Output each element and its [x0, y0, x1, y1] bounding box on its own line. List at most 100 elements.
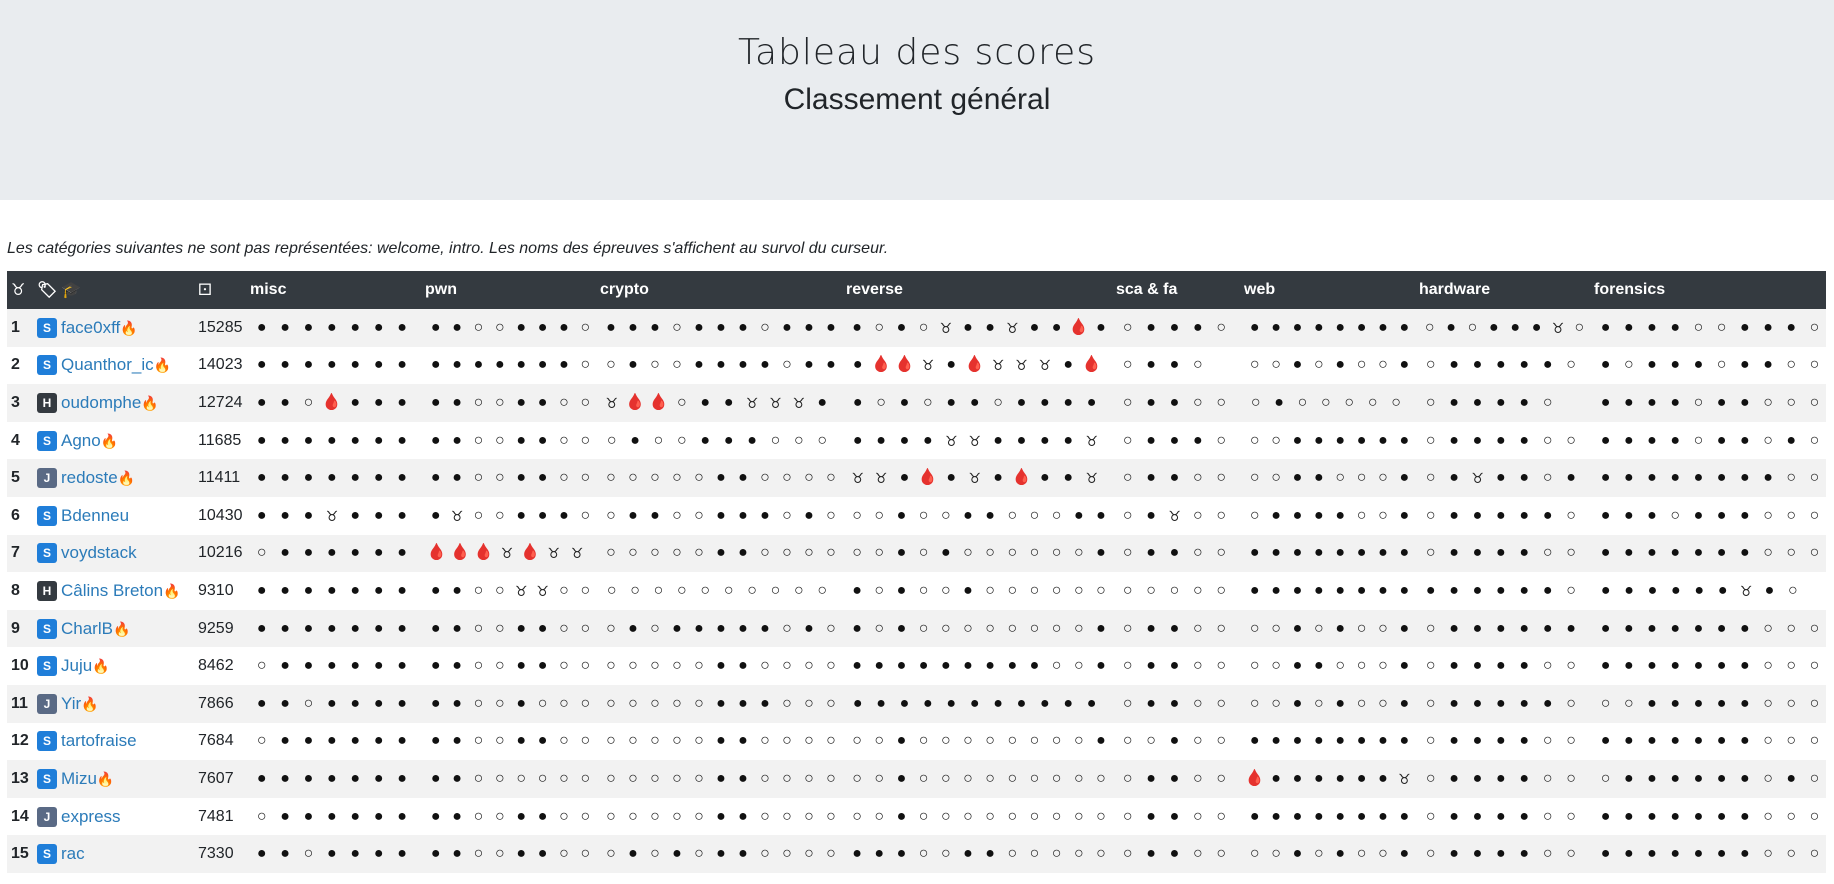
- unsolved-dot[interactable]: ○: [1419, 432, 1442, 449]
- unsolved-dot[interactable]: ○: [1756, 846, 1779, 862]
- solved-dot[interactable]: ●: [511, 470, 532, 486]
- solved-dot[interactable]: ●: [1139, 470, 1162, 486]
- solved-dot[interactable]: ●: [1489, 432, 1512, 449]
- solved-dot[interactable]: ●: [1186, 432, 1209, 449]
- unsolved-dot[interactable]: ○: [1803, 545, 1826, 561]
- unsolved-dot[interactable]: ○: [846, 808, 868, 825]
- solved-dot[interactable]: ●: [732, 733, 754, 749]
- unsolved-dot[interactable]: ○: [1265, 846, 1286, 862]
- unsolved-dot[interactable]: ○: [1756, 733, 1779, 749]
- unsolved-dot[interactable]: ○: [1265, 620, 1286, 637]
- solved-dot[interactable]: ●: [710, 695, 732, 712]
- solved-dot[interactable]: ●: [1163, 695, 1186, 712]
- solved-dot[interactable]: ●: [1394, 470, 1415, 486]
- unsolved-dot[interactable]: ○: [489, 658, 510, 674]
- solved-dot[interactable]: ●: [273, 432, 296, 449]
- solved-dot[interactable]: ●: [1287, 770, 1308, 787]
- solved-dot[interactable]: ●: [1733, 507, 1756, 524]
- solved-dot[interactable]: ●: [1090, 658, 1112, 674]
- unsolved-dot[interactable]: ○: [1090, 582, 1112, 599]
- unsolved-dot[interactable]: ○: [1351, 695, 1372, 712]
- unsolved-dot[interactable]: ○: [846, 770, 868, 787]
- solved-dot[interactable]: ●: [1244, 582, 1265, 599]
- solved-dot[interactable]: ●: [1687, 733, 1710, 749]
- solved-dot[interactable]: ●: [1559, 470, 1582, 486]
- solved-dot[interactable]: ●: [1090, 733, 1112, 749]
- solved-dot[interactable]: ●: [1442, 582, 1465, 599]
- solved-dot[interactable]: ●: [1351, 432, 1372, 449]
- unsolved-dot[interactable]: ○: [1780, 470, 1803, 486]
- team-link[interactable]: Bdenneu: [61, 506, 129, 525]
- solved-dot[interactable]: ●: [446, 770, 467, 787]
- medal-icon[interactable]: ♉: [1033, 357, 1056, 373]
- solved-dot[interactable]: ●: [1163, 770, 1186, 787]
- solved-dot[interactable]: ●: [1733, 808, 1756, 825]
- team-link[interactable]: CharlB: [61, 619, 113, 638]
- solved-dot[interactable]: ●: [446, 394, 467, 411]
- unsolved-dot[interactable]: ○: [935, 770, 957, 787]
- unsolved-dot[interactable]: ○: [1046, 808, 1068, 825]
- solved-dot[interactable]: ●: [868, 658, 890, 674]
- solved-dot[interactable]: ●: [1394, 846, 1415, 862]
- solved-dot[interactable]: ●: [511, 658, 532, 674]
- solved-dot[interactable]: ●: [553, 507, 574, 524]
- solved-dot[interactable]: ●: [1710, 846, 1733, 862]
- unsolved-dot[interactable]: ○: [644, 620, 666, 637]
- solved-dot[interactable]: ●: [1287, 808, 1308, 825]
- unsolved-dot[interactable]: ○: [250, 545, 273, 561]
- solved-dot[interactable]: ●: [1057, 695, 1080, 712]
- solved-dot[interactable]: ●: [623, 432, 646, 449]
- unsolved-dot[interactable]: ○: [1536, 770, 1559, 787]
- solved-dot[interactable]: ●: [1687, 357, 1710, 373]
- unsolved-dot[interactable]: ○: [1001, 507, 1023, 524]
- solved-dot[interactable]: ●: [1351, 770, 1372, 787]
- solved-dot[interactable]: ●: [1372, 770, 1393, 787]
- unsolved-dot[interactable]: ○: [1046, 620, 1068, 637]
- solved-dot[interactable]: ●: [732, 545, 754, 561]
- solved-dot[interactable]: ●: [1244, 545, 1265, 561]
- unsolved-dot[interactable]: ○: [811, 582, 834, 599]
- unsolved-dot[interactable]: ○: [1090, 846, 1112, 862]
- solved-dot[interactable]: ●: [532, 808, 553, 825]
- unsolved-dot[interactable]: ○: [979, 545, 1001, 561]
- solved-dot[interactable]: ●: [1139, 846, 1162, 862]
- unsolved-dot[interactable]: ○: [1244, 507, 1265, 524]
- unsolved-dot[interactable]: ○: [1210, 394, 1233, 411]
- unsolved-dot[interactable]: ○: [1617, 695, 1640, 712]
- unsolved-dot[interactable]: ○: [1781, 582, 1804, 599]
- solved-dot[interactable]: ●: [367, 470, 390, 486]
- solved-dot[interactable]: ●: [1351, 808, 1372, 825]
- solved-dot[interactable]: ●: [1330, 357, 1351, 373]
- solved-dot[interactable]: ●: [1733, 470, 1756, 486]
- solved-dot[interactable]: ●: [710, 846, 732, 862]
- solved-dot[interactable]: ●: [320, 808, 343, 825]
- unsolved-dot[interactable]: ○: [297, 846, 320, 862]
- solved-dot[interactable]: ●: [732, 470, 754, 486]
- unsolved-dot[interactable]: ○: [575, 507, 596, 524]
- solved-dot[interactable]: ●: [1394, 620, 1415, 637]
- unsolved-dot[interactable]: ○: [600, 357, 622, 373]
- category-header-crypto[interactable]: crypto: [596, 271, 842, 309]
- unsolved-dot[interactable]: ○: [1308, 695, 1329, 712]
- solved-dot[interactable]: ●: [425, 808, 446, 825]
- unsolved-dot[interactable]: ○: [820, 545, 842, 561]
- solved-dot[interactable]: ●: [1489, 357, 1512, 373]
- solved-dot[interactable]: ●: [532, 658, 553, 674]
- unsolved-dot[interactable]: ○: [1210, 470, 1233, 486]
- solved-dot[interactable]: ●: [1287, 582, 1308, 599]
- solved-dot[interactable]: ●: [1308, 545, 1329, 561]
- unsolved-dot[interactable]: ○: [1536, 846, 1559, 862]
- solved-dot[interactable]: ●: [390, 695, 413, 712]
- unsolved-dot[interactable]: ○: [1186, 582, 1209, 599]
- unsolved-dot[interactable]: ○: [575, 470, 596, 486]
- solved-dot[interactable]: ●: [1526, 319, 1547, 336]
- unsolved-dot[interactable]: ○: [1068, 620, 1090, 637]
- solved-dot[interactable]: ●: [710, 470, 732, 486]
- solved-dot[interactable]: ●: [446, 846, 467, 862]
- unsolved-dot[interactable]: ○: [1687, 432, 1710, 449]
- solved-dot[interactable]: ●: [1756, 319, 1779, 336]
- unsolved-dot[interactable]: ○: [754, 733, 776, 749]
- solved-dot[interactable]: ●: [820, 357, 842, 373]
- solved-dot[interactable]: ●: [511, 808, 532, 825]
- solved-dot[interactable]: ●: [344, 394, 367, 411]
